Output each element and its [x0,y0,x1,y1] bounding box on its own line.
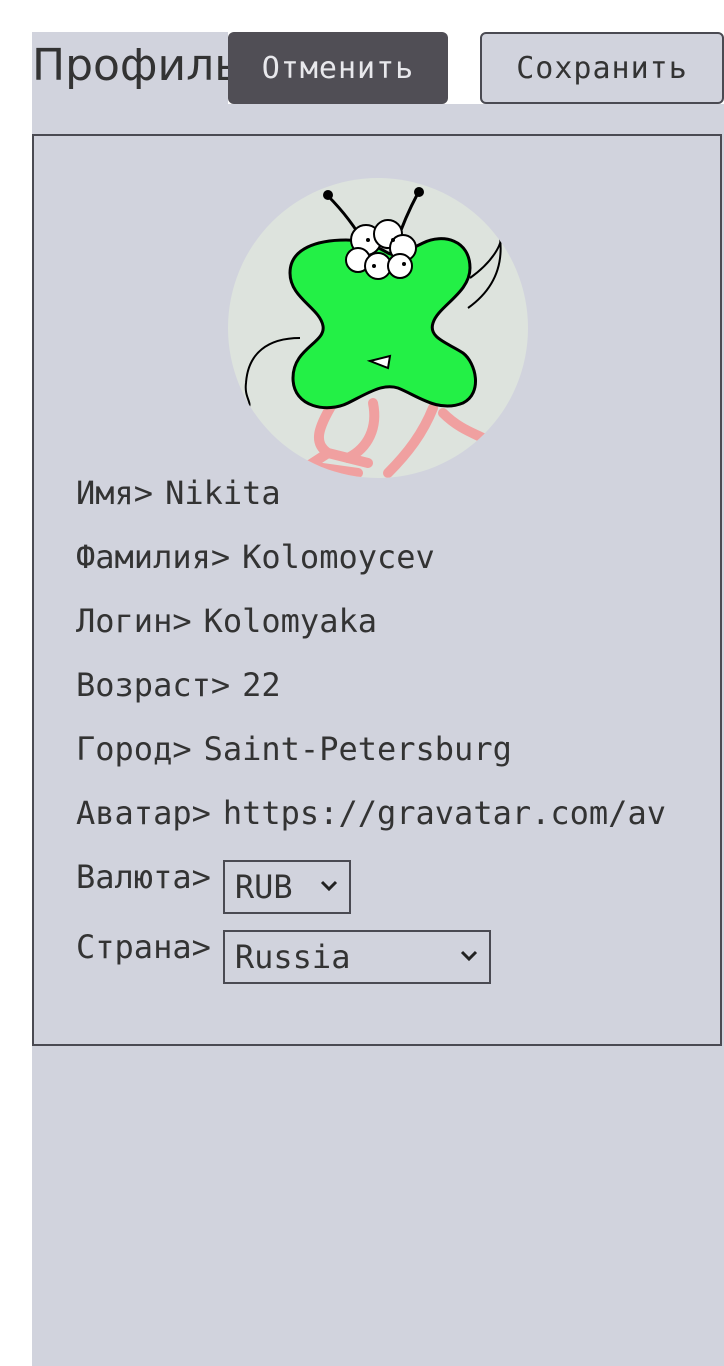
age-label: Возраст> [76,666,231,704]
header: Профиль Отменить Сохранить [32,32,724,104]
page-title: Профиль [32,32,228,104]
last-name-value[interactable]: Kolomoycev [242,538,435,576]
last-name-label: Фамилия> [76,538,231,576]
avatar-url-value[interactable]: https://gravatar.com/av [223,794,675,832]
profile-page: Профиль Отменить Сохранить Имя> Nikita Ф… [32,32,724,1366]
city-value[interactable]: Saint-Petersburg [204,730,512,768]
country-selected-value: Russia [234,938,351,976]
login-value[interactable]: Kolomyaka [204,602,377,640]
header-gap [448,32,480,104]
avatar-url-label: Аватар> [76,794,211,832]
field-city: Город> Saint-Petersburg [76,730,512,768]
field-country: Страна> Russia [76,928,491,984]
login-label: Логин> [76,602,192,640]
first-name-value[interactable]: Nikita [165,474,281,512]
avatar-image [244,187,502,478]
save-button[interactable]: Сохранить [480,32,724,104]
currency-label: Валюта> [76,858,211,896]
currency-select[interactable]: RUB [222,860,351,914]
field-first-name: Имя> Nikita [76,474,281,512]
field-currency: Валюта> RUB [76,858,351,914]
country-select[interactable]: Russia [222,930,491,984]
city-label: Город> [76,730,192,768]
currency-selected-value: RUB [234,868,293,906]
avatar [228,178,528,478]
age-value[interactable]: 22 [242,666,281,704]
field-avatar-url: Аватар> https://gravatar.com/av [76,794,675,832]
country-label: Страна> [76,928,211,966]
field-age: Возраст> 22 [76,666,281,704]
profile-card: Имя> Nikita Фамилия> Kolomoycev Логин> K… [32,134,722,1046]
chevron-down-icon [320,880,337,892]
first-name-label: Имя> [76,474,154,512]
field-login: Логин> Kolomyaka [76,602,377,640]
cancel-button[interactable]: Отменить [228,32,448,104]
chevron-down-icon [460,950,477,962]
field-last-name: Фамилия> Kolomoycev [76,538,435,576]
